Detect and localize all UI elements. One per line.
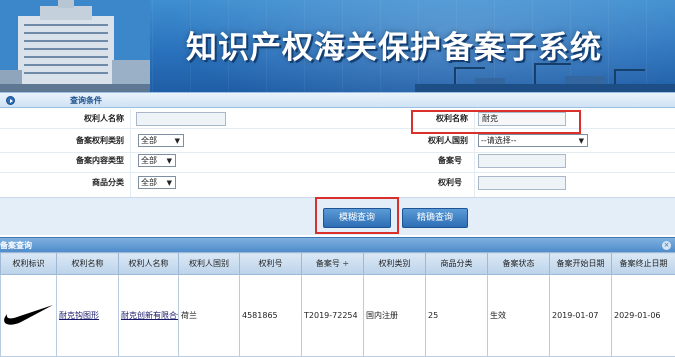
country-select[interactable]: --请选择-- ▼ bbox=[478, 134, 588, 147]
form-row-4: 商品分类 全部 ▼ 权利号 bbox=[0, 175, 675, 195]
right-holder-input[interactable] bbox=[136, 112, 226, 126]
goods-class-label: 商品分类 bbox=[92, 178, 124, 187]
col-header-country: 权利人国别 bbox=[178, 252, 240, 275]
col-header-right-name: 权利名称 bbox=[56, 252, 119, 275]
highlight-box-right-name bbox=[411, 110, 581, 134]
record-no-label: 备案号 bbox=[438, 156, 462, 165]
category-cell: 国内注册 bbox=[363, 274, 426, 357]
close-icon[interactable]: × bbox=[662, 241, 671, 250]
right-no-cell: 4581865 bbox=[239, 274, 302, 357]
results-section-header: 备案查询 × bbox=[0, 237, 675, 252]
content-type-label: 备案内容类型 bbox=[76, 156, 124, 165]
goods-class-select[interactable]: 全部 ▼ bbox=[138, 176, 176, 189]
results-section-title: 备案查询 bbox=[0, 241, 32, 250]
content-type-select[interactable]: 全部 ▼ bbox=[138, 154, 176, 167]
col-header-start-date: 备案开始日期 bbox=[549, 252, 612, 275]
system-title: 知识产权海关保护备案子系统 bbox=[186, 30, 602, 66]
form-row-2: 备案权利类别 全部 ▼ 权利人国别 --请选择-- ▼ bbox=[0, 133, 675, 153]
end-date-cell: 2029-01-06 bbox=[611, 274, 675, 357]
col-header-right-no: 权利号 bbox=[239, 252, 302, 275]
status-cell: 生效 bbox=[487, 274, 550, 357]
right-no-input[interactable] bbox=[478, 176, 566, 190]
right-logo-cell bbox=[0, 274, 57, 357]
customs-building-image bbox=[0, 0, 150, 92]
record-no-input[interactable] bbox=[478, 154, 566, 168]
search-section-title: 查询条件 bbox=[70, 96, 102, 105]
nike-swoosh-logo bbox=[4, 304, 53, 325]
col-header-holder: 权利人名称 bbox=[118, 252, 179, 275]
country-label: 权利人国别 bbox=[428, 136, 468, 145]
holder-link[interactable]: 耐克创新有限合伙 bbox=[118, 274, 179, 357]
record-type-label: 备案权利类别 bbox=[76, 136, 124, 145]
col-header-goods-class: 商品分类 bbox=[425, 252, 488, 275]
record-type-select[interactable]: 全部 ▼ bbox=[138, 134, 184, 147]
col-header-right-logo: 权利标识 bbox=[0, 252, 57, 275]
col-header-end-date: 备案终止日期 bbox=[611, 252, 675, 275]
chevron-down-icon: ▼ bbox=[578, 137, 584, 145]
expand-arrow-icon[interactable] bbox=[6, 96, 15, 105]
chevron-down-icon: ▼ bbox=[166, 179, 172, 187]
search-section-header: 查询条件 bbox=[0, 92, 675, 108]
right-holder-label: 权利人名称 bbox=[84, 114, 124, 123]
chevron-down-icon: ▼ bbox=[174, 137, 180, 145]
right-no-label: 权利号 bbox=[438, 178, 462, 187]
col-header-category: 权利类别 bbox=[363, 252, 426, 275]
exact-search-button[interactable]: 精确查询 bbox=[402, 208, 468, 228]
country-cell: 荷兰 bbox=[178, 274, 240, 357]
highlight-box-fuzzy-search bbox=[315, 197, 399, 234]
table-row[interactable]: 耐克钩图形 耐克创新有限合伙 荷兰 4581865 T2019-72254 国内… bbox=[0, 274, 675, 357]
col-header-status: 备案状态 bbox=[487, 252, 550, 275]
goods-class-cell: 25 bbox=[425, 274, 488, 357]
form-row-3: 备案内容类型 全部 ▼ 备案号 bbox=[0, 153, 675, 173]
banner: 知识产权海关保护备案子系统 bbox=[0, 0, 675, 92]
start-date-cell: 2019-01-07 bbox=[549, 274, 612, 357]
record-no-cell: T2019-72254 bbox=[301, 274, 364, 357]
right-name-link[interactable]: 耐克钩图形 bbox=[56, 274, 119, 357]
results-table: 权利标识 权利名称 权利人名称 权利人国别 权利号 备案号 ÷ 权利类别 商品分… bbox=[0, 252, 675, 357]
col-header-record-no[interactable]: 备案号 ÷ bbox=[301, 252, 364, 275]
chevron-down-icon: ▼ bbox=[166, 157, 172, 165]
table-header-row: 权利标识 权利名称 权利人名称 权利人国别 权利号 备案号 ÷ 权利类别 商品分… bbox=[0, 252, 675, 275]
